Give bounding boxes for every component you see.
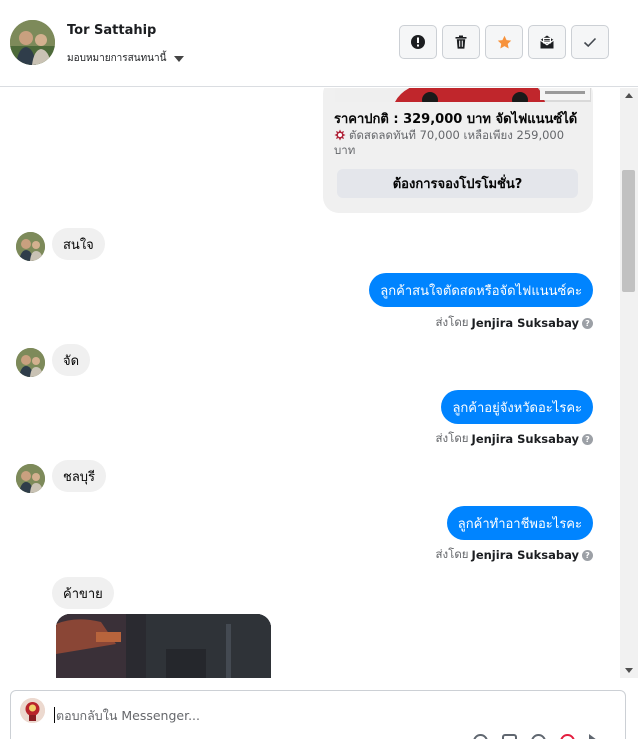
caret-down-icon bbox=[174, 55, 185, 62]
help-icon[interactable]: ? bbox=[582, 549, 593, 561]
promo-card: ราคาปกติ : 329,000 บาท จัดไฟแนนซ์ได้ ตัด… bbox=[323, 88, 593, 213]
scroll-up-arrow-icon[interactable] bbox=[625, 93, 633, 98]
saved-reply-icon[interactable] bbox=[560, 734, 575, 739]
reply-composer[interactable]: ตอบกลับใน Messenger... bbox=[10, 690, 626, 739]
help-icon[interactable]: ? bbox=[582, 433, 593, 445]
emoji-icon[interactable] bbox=[531, 734, 546, 739]
promo-discount-label: ตัดสดลดทันที 70,000 เหลือเพียง 259,000 บ… bbox=[334, 128, 565, 157]
thread-scrollbar[interactable] bbox=[620, 88, 638, 678]
message-thread[interactable]: ราคาปกติ : 329,000 บาท จัดไฟแนนซ์ได้ ตัด… bbox=[0, 88, 620, 678]
promo-cta-button[interactable]: ต้องการจองโปรโมชั่น? bbox=[337, 169, 578, 198]
contact-avatar-small bbox=[16, 232, 45, 261]
promo-image bbox=[335, 88, 591, 102]
sent-by-line: ส่งโดย Jenjira Suksabay ? bbox=[436, 314, 593, 332]
send-icon[interactable] bbox=[589, 734, 597, 739]
promo-discount-text: ตัดสดลดทันที 70,000 เหลือเพียง 259,000 บ… bbox=[334, 128, 584, 158]
sent-by-line: ส่งโดย Jenjira Suksabay ? bbox=[436, 430, 593, 448]
mark-unread-button[interactable] bbox=[528, 25, 566, 59]
assign-conversation-label: มอบหมายการสนทนานี้ bbox=[67, 53, 167, 64]
scrollbar-thumb[interactable] bbox=[622, 170, 635, 292]
promo-price-title: ราคาปกติ : 329,000 บาท จัดไฟแนนซ์ได้ bbox=[334, 112, 578, 127]
help-icon[interactable]: ? bbox=[582, 317, 593, 329]
sent-by-prefix: ส่งโดย bbox=[435, 431, 469, 445]
incoming-message: จัด bbox=[52, 344, 91, 376]
incoming-message: สนใจ bbox=[52, 228, 105, 260]
sent-by-prefix: ส่งโดย bbox=[435, 547, 469, 561]
mark-spam-button[interactable] bbox=[399, 25, 437, 59]
composer-tools bbox=[473, 734, 597, 739]
outgoing-message: ลูกค้าทำอาชีพอะไรคะ bbox=[446, 506, 593, 540]
scroll-down-arrow-icon[interactable] bbox=[625, 668, 633, 673]
discount-badge-icon bbox=[334, 129, 346, 141]
photo-attachment[interactable] bbox=[56, 614, 271, 678]
text-cursor bbox=[54, 707, 55, 723]
image-icon[interactable] bbox=[502, 734, 517, 739]
alert-circle-icon bbox=[411, 35, 425, 49]
conversation-header: Tor Sattahip มอบหมายการสนทนานี้ bbox=[0, 0, 638, 87]
sent-by-agent: Jenjira Suksabay bbox=[471, 316, 579, 330]
star-icon bbox=[497, 35, 511, 49]
outgoing-message: ลูกค้าสนใจตัดสดหรือจัดไฟแนนซ์คะ bbox=[369, 273, 593, 307]
header-actions bbox=[399, 25, 609, 59]
attachment-icon[interactable] bbox=[473, 734, 488, 739]
sent-by-prefix: ส่งโดย bbox=[435, 315, 469, 329]
page-avatar bbox=[20, 698, 45, 723]
mail-icon bbox=[540, 35, 554, 49]
sent-by-agent: Jenjira Suksabay bbox=[471, 548, 579, 562]
incoming-message: ชลบุรี bbox=[52, 460, 107, 492]
delete-button[interactable] bbox=[442, 25, 480, 59]
assign-conversation-dropdown[interactable]: มอบหมายการสนทนานี้ bbox=[67, 51, 185, 66]
contact-avatar-small bbox=[16, 464, 45, 493]
checkmark-icon bbox=[583, 37, 597, 48]
mark-done-button[interactable] bbox=[571, 25, 609, 59]
outgoing-message: ลูกค้าอยู่จังหวัดอะไรคะ bbox=[441, 390, 593, 424]
sent-by-agent: Jenjira Suksabay bbox=[471, 432, 579, 446]
incoming-message: ค้าขาย bbox=[52, 577, 114, 609]
contact-avatar[interactable] bbox=[10, 20, 55, 65]
contact-avatar-small bbox=[16, 348, 45, 377]
trash-icon bbox=[455, 35, 467, 49]
star-button[interactable] bbox=[485, 25, 523, 59]
contact-name[interactable]: Tor Sattahip bbox=[67, 23, 156, 38]
sent-by-line: ส่งโดย Jenjira Suksabay ? bbox=[436, 546, 593, 564]
reply-input[interactable]: ตอบกลับใน Messenger... bbox=[56, 706, 200, 726]
